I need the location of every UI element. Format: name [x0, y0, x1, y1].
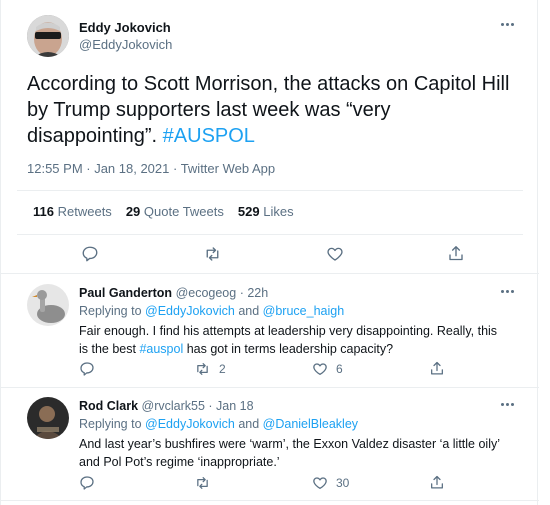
mention-link[interactable]: @DanielBleakley: [263, 417, 358, 431]
retweet-icon: [206, 247, 219, 261]
share-icon: [431, 361, 443, 375]
divider: [1, 273, 539, 274]
quote-count: 29: [125, 204, 141, 219]
reply-icon: [82, 246, 98, 262]
reply-icon: [80, 362, 94, 376]
author-handle[interactable]: @ecogeog: [176, 286, 237, 300]
avatar-photo-icon: [27, 15, 69, 57]
author-name[interactable]: Rod Clark: [79, 399, 138, 413]
like-count: 30: [336, 476, 350, 490]
quote-label: Quote Tweets: [143, 204, 224, 219]
heart-icon: [313, 363, 327, 375]
mention-link[interactable]: @EddyJokovich: [145, 304, 235, 318]
tweet-text-line: by Trump supporters last week was “very: [27, 99, 391, 121]
divider: [1, 387, 539, 388]
author-name[interactable]: Paul Ganderton: [79, 286, 172, 300]
reply-text-line: And last year’s bushfires were ‘warm’, t…: [79, 437, 501, 451]
like-count: 6: [336, 362, 343, 376]
tweet-text-line: disappointing”. #AUSPOL: [27, 123, 527, 149]
divider: [17, 190, 523, 191]
reply-text: Fair enough. I find his attempts at lead…: [79, 322, 529, 358]
avatar[interactable]: [27, 284, 69, 326]
retweet-count: 2: [219, 362, 226, 376]
reply-button[interactable]: [81, 245, 99, 263]
like-button[interactable]: [326, 245, 344, 263]
avatar-goose-icon: [27, 284, 69, 326]
reply-button[interactable]: [79, 361, 103, 377]
tweet-text: According to Scott Morrison, the attacks…: [27, 71, 527, 149]
likes-stat[interactable]: 529 Likes: [238, 204, 294, 219]
reply-header: Paul Ganderton @ecogeog · 22h: [79, 286, 268, 300]
reply-text-line: is the best #auspol has got in terms lea…: [79, 340, 529, 358]
like-button[interactable]: 6: [312, 361, 343, 377]
replying-to: Replying to @EddyJokovich and @DanielBle…: [79, 417, 358, 431]
reply-header: Rod Clark @rvclark55 · Jan 18: [79, 399, 254, 413]
heart-icon: [313, 477, 327, 489]
retweet-button[interactable]: [203, 245, 222, 263]
share-button[interactable]: [447, 244, 465, 263]
share-icon: [431, 475, 443, 489]
retweet-button[interactable]: [194, 475, 219, 491]
divider: [1, 500, 539, 501]
quote-tweets-stat[interactable]: 29 Quote Tweets: [126, 204, 224, 219]
more-options-icon[interactable]: [501, 289, 517, 295]
author-name[interactable]: Eddy Jokovich: [79, 20, 171, 35]
reply-button[interactable]: [79, 475, 103, 491]
avatar[interactable]: [27, 397, 69, 439]
author-handle[interactable]: @EddyJokovich: [79, 37, 172, 52]
retweets-stat[interactable]: 116 Retweets: [33, 204, 112, 219]
retweet-icon: [197, 477, 208, 489]
reply-time[interactable]: · Jan 18: [208, 399, 253, 413]
share-icon: [449, 246, 463, 261]
retweet-button[interactable]: 2: [194, 361, 226, 377]
author-handle[interactable]: @rvclark55: [142, 399, 205, 413]
hashtag-link[interactable]: #AUSPOL: [163, 125, 255, 147]
mention-link[interactable]: @EddyJokovich: [145, 417, 235, 431]
reply-text-fragment: has got in terms leadership capacity?: [183, 342, 394, 356]
share-button[interactable]: [429, 360, 445, 377]
tweet-stats: 116 Retweets 29 Quote Tweets 529 Likes: [33, 204, 294, 219]
reply-text-line: Fair enough. I find his attempts at lead…: [79, 324, 498, 338]
replying-to: Replying to @EddyJokovich and @bruce_hai…: [79, 304, 344, 318]
tweet-thread: Eddy Jokovich @EddyJokovich According to…: [0, 0, 539, 505]
reply-text-line: and Pol Pot’s regime ‘inappropriate.’: [79, 455, 280, 469]
avatar[interactable]: [27, 15, 69, 57]
retweets-count: 116: [33, 204, 54, 219]
retweet-icon: [197, 363, 208, 375]
reply-text: And last year’s bushfires were ‘warm’, t…: [79, 435, 534, 471]
tweet-text-fragment: disappointing”.: [27, 125, 163, 147]
heart-icon: [327, 247, 343, 261]
tweet-timestamp[interactable]: 12:55 PM · Jan 18, 2021 · Twitter Web Ap…: [27, 161, 275, 176]
tweet-text-line: According to Scott Morrison, the attacks…: [27, 73, 510, 95]
reply-text-fragment: is the best: [79, 342, 140, 356]
likes-count: 529: [237, 204, 260, 219]
more-options-icon[interactable]: [501, 22, 517, 28]
replying-to-and: and: [234, 417, 263, 431]
replying-to-label: Replying to: [79, 304, 146, 318]
like-button[interactable]: 30: [312, 475, 349, 491]
reply-time[interactable]: · 22h: [240, 286, 269, 300]
reply-icon: [80, 476, 94, 490]
replying-to-label: Replying to: [79, 417, 146, 431]
mention-link[interactable]: @bruce_haigh: [263, 304, 345, 318]
share-button[interactable]: [429, 474, 445, 491]
hashtag-link[interactable]: #auspol: [139, 342, 183, 356]
divider: [17, 234, 523, 235]
retweets-label: Retweets: [57, 204, 112, 219]
avatar-photo-icon: [27, 397, 69, 439]
likes-label: Likes: [263, 204, 294, 219]
replying-to-and: and: [234, 304, 263, 318]
more-options-icon[interactable]: [501, 402, 517, 408]
